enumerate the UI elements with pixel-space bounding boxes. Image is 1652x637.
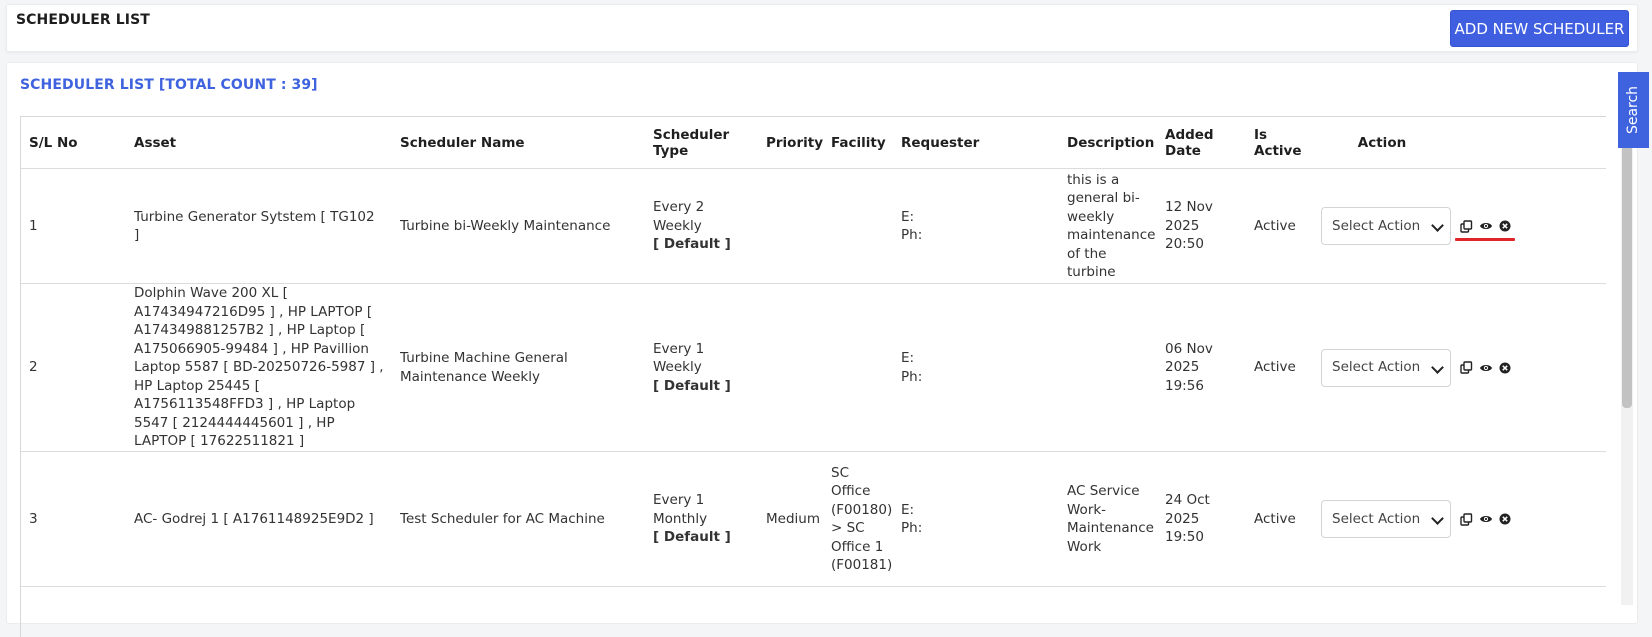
cell-icons <box>1451 451 1606 587</box>
col-priority[interactable]: Priority <box>758 117 823 169</box>
cell-requester: E: Ph: <box>893 283 1059 452</box>
close-circle-icon[interactable] <box>1497 512 1512 527</box>
scheduler-type-default: [ Default ] <box>653 529 731 546</box>
close-circle-icon[interactable] <box>1497 360 1512 375</box>
cell-description: AC Service Work-Maintenance Work <box>1059 451 1157 587</box>
requester-email: E: <box>901 501 915 518</box>
col-description[interactable]: Description <box>1059 117 1157 169</box>
requester-phone: Ph: <box>901 520 923 536</box>
cell-scheduler-type: Every 2 Weekly [ Default ] <box>645 168 758 284</box>
cell-requester: E: Ph: <box>893 451 1059 587</box>
row-action-icons <box>1459 512 1598 527</box>
col-action: Action <box>1313 117 1451 169</box>
scheduler-type-frequency: Every 2 Weekly <box>653 199 718 234</box>
cell-added-date: 12 Nov 2025 20:50 <box>1157 168 1246 284</box>
col-facility[interactable]: Facility <box>823 117 893 169</box>
scheduler-type-frequency: Every 1 Monthly <box>653 492 718 527</box>
col-icons-spacer <box>1451 117 1606 169</box>
cell-sl-no: 3 <box>21 451 126 587</box>
cell-sl-no: 1 <box>21 168 126 284</box>
cell-asset: Dolphin Wave 200 XL [ A17434947216D95 ] … <box>126 283 392 452</box>
copy-icon[interactable] <box>1459 512 1474 527</box>
cell-added-date: 24 Oct 2025 19:50 <box>1157 451 1246 587</box>
select-action-value: Select Action <box>1332 217 1421 234</box>
select-action-dropdown[interactable]: Select Action <box>1321 500 1451 538</box>
scheduler-type-frequency: Every 1 Weekly <box>653 340 718 376</box>
table-container: S/L No Asset Scheduler Name Scheduler Ty… <box>20 116 1606 637</box>
cell-added-date: 06 Nov 2025 19:56 <box>1157 283 1246 452</box>
cell-icons <box>1451 283 1606 452</box>
cell-action: Select Action <box>1313 451 1451 587</box>
requester-email: E: <box>901 208 915 225</box>
cell-icons <box>1451 168 1606 284</box>
requester-phone: Ph: <box>901 368 923 385</box>
vertical-scrollbar[interactable] <box>1621 112 1633 605</box>
cell-action: Select Action <box>1313 168 1451 284</box>
cell-action: Select Action <box>1313 283 1451 452</box>
eye-icon[interactable] <box>1478 219 1493 234</box>
table-row: 2 Dolphin Wave 200 XL [ A17434947216D95 … <box>21 283 1606 452</box>
page-title: SCHEDULER LIST <box>16 12 150 28</box>
cell-scheduler-type: Every 1 Weekly [ Default ] <box>645 283 758 452</box>
requester-phone: Ph: <box>901 227 923 243</box>
select-action-value: Select Action <box>1332 510 1421 527</box>
col-added-date[interactable]: Added Date <box>1157 117 1246 169</box>
eye-icon[interactable] <box>1478 512 1493 527</box>
copy-icon[interactable] <box>1459 360 1474 375</box>
search-side-tab[interactable]: Search <box>1618 72 1649 148</box>
cell-facility <box>823 283 893 452</box>
cell-facility <box>823 168 893 284</box>
col-scheduler-name[interactable]: Scheduler Name <box>392 117 645 169</box>
cell-description <box>1059 283 1157 452</box>
highlight-underline <box>1455 237 1515 241</box>
copy-icon[interactable] <box>1459 219 1474 234</box>
select-action-dropdown[interactable]: Select Action <box>1321 207 1451 245</box>
col-is-active[interactable]: Is Active <box>1246 117 1313 169</box>
search-side-tab-label: Search <box>1625 85 1642 135</box>
list-title: SCHEDULER LIST [TOTAL COUNT : 39] <box>20 77 318 93</box>
table-row: 3 AC- Godrej 1 [ A1761148925E9D2 ] Test … <box>21 451 1606 587</box>
requester-email: E: <box>901 350 915 366</box>
top-header-bar: SCHEDULER LIST ADD NEW SCHEDULER <box>6 4 1638 52</box>
add-new-scheduler-button[interactable]: ADD NEW SCHEDULER <box>1450 10 1629 47</box>
cell-scheduler-name: Turbine Machine General Maintenance Week… <box>392 283 645 452</box>
table-row: 1 Turbine Generator Sytstem [ TG102 ] Tu… <box>21 168 1606 284</box>
scheduler-type-default: [ Default ] <box>653 377 731 394</box>
cell-priority <box>758 283 823 452</box>
cell-asset: Turbine Generator Sytstem [ TG102 ] <box>126 168 392 284</box>
cell-is-active: Active <box>1246 168 1313 284</box>
cell-priority <box>758 168 823 284</box>
eye-icon[interactable] <box>1478 360 1493 375</box>
chevron-down-icon <box>1431 512 1444 525</box>
row-action-icons <box>1459 360 1598 375</box>
cell-is-active: Active <box>1246 283 1313 452</box>
cell-asset: AC- Godrej 1 [ A1761148925E9D2 ] <box>126 451 392 587</box>
cell-description: this is a general bi-weekly maintenance … <box>1059 168 1157 284</box>
cell-scheduler-name: Test Scheduler for AC Machine <box>392 451 645 587</box>
select-action-value: Select Action <box>1332 359 1421 376</box>
cell-facility: SC Office (F00180) > SC Office 1 (F00181… <box>823 451 893 587</box>
close-circle-icon[interactable] <box>1497 219 1512 234</box>
col-asset[interactable]: Asset <box>126 117 392 169</box>
chevron-down-icon <box>1431 360 1444 374</box>
select-action-dropdown[interactable]: Select Action <box>1321 348 1451 387</box>
scheduler-table: S/L No Asset Scheduler Name Scheduler Ty… <box>21 117 1606 587</box>
col-scheduler-type[interactable]: Scheduler Type <box>645 117 758 169</box>
col-requester[interactable]: Requester <box>893 117 1059 169</box>
cell-sl-no: 2 <box>21 283 126 452</box>
cell-priority: Medium <box>758 451 823 587</box>
table-header-row: S/L No Asset Scheduler Name Scheduler Ty… <box>21 117 1606 169</box>
scheduler-list-card: SCHEDULER LIST [TOTAL COUNT : 39] S/L No… <box>6 62 1638 637</box>
scrollbar-thumb[interactable] <box>1622 132 1632 408</box>
row-action-icons <box>1455 219 1598 241</box>
cell-scheduler-name: Turbine bi-Weekly Maintenance <box>392 168 645 284</box>
cell-scheduler-type: Every 1 Monthly [ Default ] <box>645 451 758 587</box>
chevron-down-icon <box>1431 219 1444 232</box>
cell-is-active: Active <box>1246 451 1313 587</box>
cell-requester: E: Ph: <box>893 168 1059 284</box>
scheduler-type-default: [ Default ] <box>653 236 731 253</box>
col-sl-no[interactable]: S/L No <box>21 117 126 169</box>
